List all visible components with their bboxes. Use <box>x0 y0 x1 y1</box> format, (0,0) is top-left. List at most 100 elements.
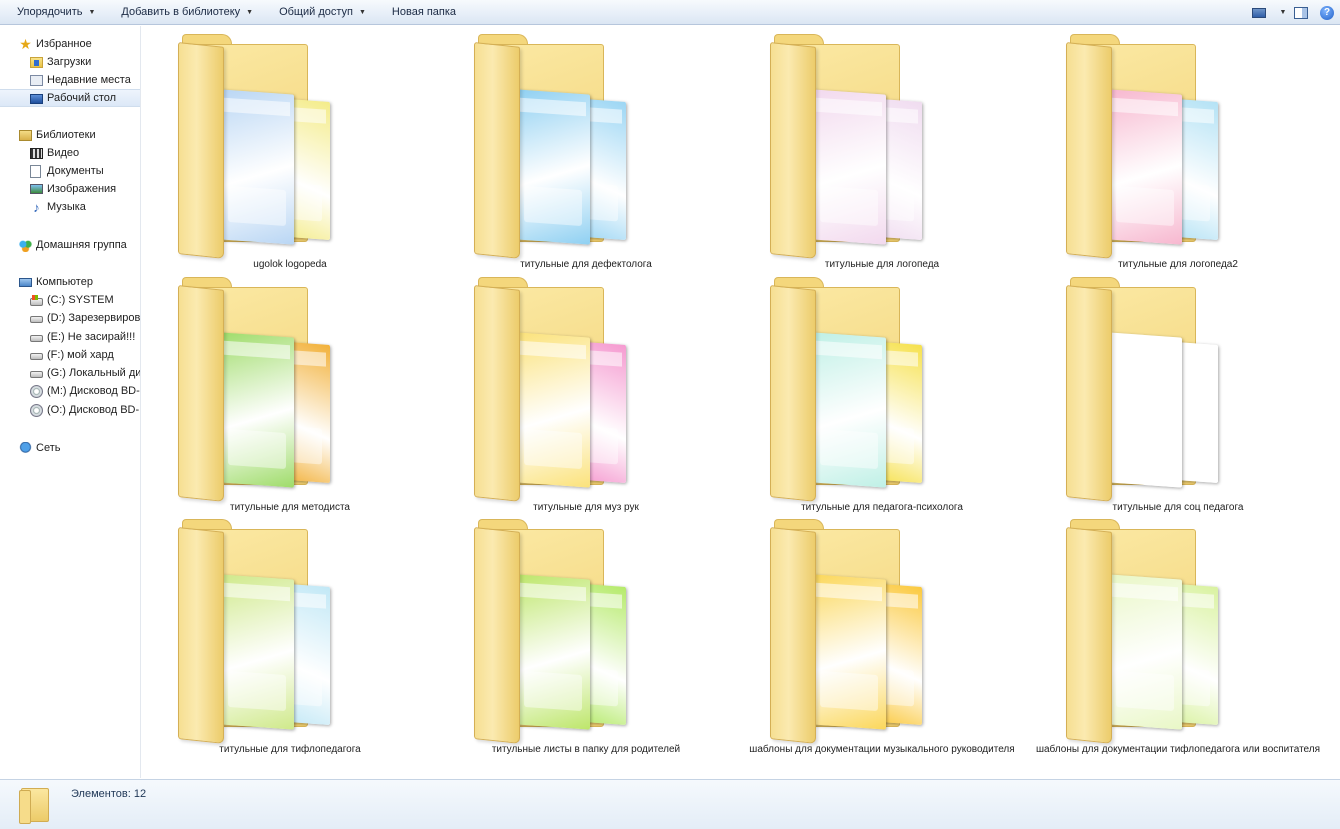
nav-item-drive-c[interactable]: (C:) SYSTEM <box>0 291 140 309</box>
homegroup-icon <box>19 238 32 252</box>
folder-item[interactable]: титульные для тифлопедагога <box>142 511 438 755</box>
nav-label: Избранное <box>36 38 92 50</box>
video-icon <box>30 147 43 159</box>
help-button[interactable]: ? <box>1314 0 1340 25</box>
folder-thumbnail-icon <box>178 519 333 744</box>
nav-item-drive-f[interactable]: (F:) мой хард <box>0 346 140 364</box>
folder-thumbnail-icon <box>1066 34 1221 259</box>
folder-thumbnail-icon <box>178 277 333 502</box>
recent-places-icon <box>30 74 43 86</box>
nav-item-pictures[interactable]: Изображения <box>0 180 140 198</box>
change-view-button[interactable] <box>1246 0 1272 25</box>
nav-libraries[interactable]: Библиотеки <box>0 126 140 144</box>
chevron-down-icon: ▼ <box>358 8 366 16</box>
folder-item[interactable]: титульные для дефектолога <box>438 26 734 270</box>
new-folder-label: Новая папка <box>391 6 457 18</box>
preview-pane-button[interactable] <box>1288 0 1314 25</box>
nav-item-drive-e[interactable]: (E:) Не засирай!!! <box>0 328 140 346</box>
nav-label: (O:) Дисковод BD-R <box>47 404 141 416</box>
folder-item[interactable]: титульные для логопеда2 <box>1030 26 1326 270</box>
pictures-icon <box>30 184 43 194</box>
nav-item-drive-g[interactable]: (G:) Локальный дис <box>0 364 141 382</box>
music-icon: ♪ <box>33 199 40 215</box>
help-icon: ? <box>1320 5 1334 20</box>
nav-label: Рабочий стол <box>47 92 117 104</box>
drive-icon <box>30 371 43 378</box>
nav-item-music[interactable]: ♪ Музыка <box>0 198 140 216</box>
folder-item[interactable]: шаблоны для документации музыкального ру… <box>734 511 1030 755</box>
nav-label: (C:) SYSTEM <box>47 294 114 306</box>
nav-label: Документы <box>47 165 104 177</box>
folder-item[interactable]: ugolok logopeda <box>142 26 438 270</box>
folder-item[interactable]: титульные для педагога-психолога <box>734 269 1030 513</box>
folder-thumbnail-icon <box>770 34 925 259</box>
toolbar-right: ▼ ? <box>1246 0 1340 25</box>
nav-homegroup[interactable]: Домашняя группа <box>0 236 140 254</box>
share-button[interactable]: Общий доступ ▼ <box>262 0 375 25</box>
nav-item-drive-m[interactable]: (M:) Дисковод BD-R <box>0 382 140 400</box>
nav-item-video[interactable]: Видео <box>0 144 140 162</box>
folder-item[interactable]: титульные для методиста <box>142 269 438 513</box>
nav-item-recent-places[interactable]: Недавние места <box>0 71 140 89</box>
nav-item-drive-o[interactable]: (O:) Дисковод BD-R <box>0 401 141 419</box>
chevron-down-icon: ▼ <box>246 8 254 16</box>
view-options-button[interactable]: ▼ <box>1272 0 1288 25</box>
navigation-pane: ★ Избранное Загрузки Недавние места Рабо… <box>0 26 141 778</box>
folder-thumbnail-icon <box>770 277 925 502</box>
nav-label: Видео <box>47 147 80 159</box>
nav-item-drive-d[interactable]: (D:) Зарезервирова <box>0 309 141 327</box>
nav-label: Сеть <box>36 442 61 454</box>
nav-label: Загрузки <box>47 56 92 68</box>
nav-label: (F:) мой хард <box>47 349 114 361</box>
nav-item-documents[interactable]: Документы <box>0 162 140 180</box>
nav-label: (D:) Зарезервирова <box>47 312 141 324</box>
folder-thumbnail-icon <box>474 277 629 502</box>
folder-name: титульные для тифлопедагога <box>219 744 361 755</box>
drive-icon <box>30 335 43 342</box>
disc-drive-icon <box>30 403 43 417</box>
drive-icon <box>30 353 43 360</box>
drive-icon <box>30 316 43 323</box>
folder-thumbnail-icon <box>770 519 925 744</box>
folder-item[interactable]: титульные листы в папку для родителей <box>438 511 734 755</box>
folder-item[interactable]: титульные для соц педагога <box>1030 269 1326 513</box>
folder-thumbnail-icon <box>1066 519 1221 744</box>
nav-item-downloads[interactable]: Загрузки <box>0 53 140 71</box>
nav-label: Музыка <box>47 201 86 213</box>
new-folder-button[interactable]: Новая папка <box>375 0 465 25</box>
details-pane: Элементов: 12 <box>0 779 1340 829</box>
nav-label: Изображения <box>47 183 117 195</box>
nav-label: Домашняя группа <box>36 239 127 251</box>
add-to-library-label: Добавить в библиотеку <box>121 6 241 18</box>
folder-item[interactable]: титульные для муз рук <box>438 269 734 513</box>
folder-name: титульные листы в папку для родителей <box>491 744 681 755</box>
organize-button[interactable]: Упорядочить ▼ <box>0 0 104 25</box>
network-icon <box>19 441 32 455</box>
nav-label: Недавние места <box>47 74 131 86</box>
nav-label: (E:) Не засирай!!! <box>47 331 136 343</box>
folder-icon <box>19 786 51 824</box>
file-list: ugolok logopeda титульные для дефектолога… <box>142 26 1340 778</box>
folder-item[interactable]: титульные для логопеда <box>734 26 1030 270</box>
desktop-icon <box>30 93 43 104</box>
nav-favorites[interactable]: ★ Избранное <box>0 35 140 53</box>
items-count: Элементов: 12 <box>71 788 147 800</box>
folder-item[interactable]: шаблоны для документации тифлопедагога и… <box>1030 511 1326 755</box>
disc-drive-icon <box>30 384 43 398</box>
organize-label: Упорядочить <box>17 6 83 18</box>
views-icon <box>1252 7 1266 18</box>
nav-label: (G:) Локальный дис <box>47 367 141 379</box>
computer-icon <box>19 278 32 287</box>
system-drive-icon <box>30 294 43 306</box>
nav-label: Компьютер <box>36 276 93 288</box>
nav-label: Библиотеки <box>36 129 96 141</box>
nav-network[interactable]: Сеть <box>0 439 140 457</box>
preview-pane-icon <box>1294 6 1308 19</box>
folder-name: шаблоны для документации музыкального ру… <box>749 744 1015 755</box>
folder-thumbnail-icon <box>1066 277 1221 502</box>
nav-item-desktop[interactable]: Рабочий стол <box>0 89 140 107</box>
chevron-down-icon: ▼ <box>1279 9 1287 16</box>
command-bar: Упорядочить ▼ Добавить в библиотеку ▼ Об… <box>0 0 1340 25</box>
add-to-library-button[interactable]: Добавить в библиотеку ▼ <box>104 0 262 25</box>
nav-computer[interactable]: Компьютер <box>0 273 140 291</box>
